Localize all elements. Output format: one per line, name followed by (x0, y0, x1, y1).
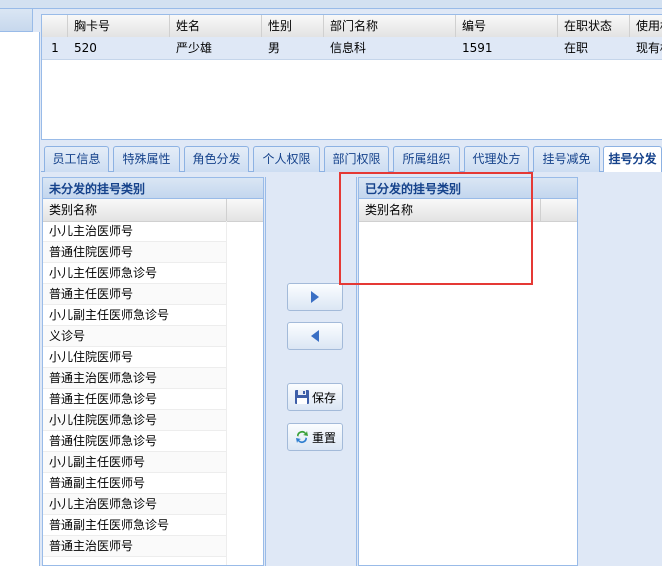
list-item[interactable]: 普通主任医师号 (43, 284, 226, 305)
column-header-spacer (227, 199, 263, 221)
top-strip (0, 0, 662, 9)
list-item[interactable]: 小儿主任医师急诊号 (43, 263, 226, 284)
column-header[interactable]: 在职状态 (558, 15, 630, 37)
column-header[interactable]: 胸卡号 (68, 15, 170, 37)
save-button[interactable]: 保存 (287, 383, 343, 411)
column-header[interactable]: 性别 (262, 15, 324, 37)
list-item[interactable]: 小儿副主任医师急诊号 (43, 305, 226, 326)
list-item[interactable]: 小儿住院医师号 (43, 347, 226, 368)
column-header[interactable]: 编号 (456, 15, 558, 37)
table-cell: 在职 (564, 41, 589, 55)
list-item[interactable]: 小儿住院医师急诊号 (43, 410, 226, 431)
unassigned-panel-title: 未分发的挂号类别 (42, 177, 264, 199)
move-right-button[interactable] (287, 283, 343, 311)
list-item[interactable]: 普通主治医师号 (43, 536, 226, 557)
table-cell: 严少雄 (176, 41, 213, 55)
tab-8[interactable]: 挂号分发 (603, 146, 662, 173)
column-header-spacer (541, 199, 577, 221)
column-header[interactable]: 使用权 (630, 15, 662, 37)
save-button-label: 保存 (311, 390, 336, 405)
unassigned-grid: 类别名称 小儿主治医师号 普通住院医师号 小儿主任医师急诊号 普通主任医师号 小儿副主任… (42, 199, 264, 566)
employee-grid-header: 胸卡号姓名性别部门名称编号在职状态使用权 (42, 15, 662, 38)
table-row[interactable]: 1 520 严少雄 男 信息科 1591 在职 现有权 (42, 37, 662, 60)
highlight-box (339, 172, 533, 285)
table-cell: 信息科 (330, 41, 367, 55)
list-item[interactable]: 小儿副主任医师号 (43, 452, 226, 473)
column-header[interactable]: 姓名 (170, 15, 262, 37)
list-item[interactable]: 普通副主任医师急诊号 (43, 515, 226, 536)
refresh-icon (294, 429, 310, 445)
tab-4[interactable]: 部门权限 (324, 146, 389, 172)
table-cell: 现有权 (636, 41, 662, 55)
list-item[interactable]: 普通主治医师急诊号 (43, 368, 226, 389)
tab-0[interactable]: 员工信息 (44, 146, 109, 172)
arrow-right-icon (310, 291, 320, 303)
list-item[interactable]: 普通住院医师急诊号 (43, 431, 226, 452)
floppy-disk-icon (294, 389, 310, 405)
unassigned-grid-header: 类别名称 (43, 199, 263, 222)
table-cell: 1591 (462, 41, 493, 55)
column-header[interactable]: 部门名称 (324, 15, 456, 37)
row-number: 1 (51, 41, 59, 55)
list-item[interactable]: 小儿主治医师号 (43, 221, 226, 242)
list-item[interactable]: 普通主任医师急诊号 (43, 389, 226, 410)
column-header-category[interactable]: 类别名称 (43, 199, 227, 221)
tab-1[interactable]: 特殊属性 (113, 146, 180, 172)
reset-button-label: 重置 (311, 430, 336, 445)
collapsed-panel-tab[interactable] (0, 8, 33, 32)
column-header-rownum (42, 15, 68, 37)
left-panel (0, 32, 40, 566)
arrow-left-icon (310, 330, 320, 342)
tab-2[interactable]: 角色分发 (184, 146, 249, 172)
tab-5[interactable]: 所属组织 (393, 146, 460, 172)
tab-7[interactable]: 挂号减免 (533, 146, 600, 172)
list-item[interactable]: 小儿主治医师急诊号 (43, 494, 226, 515)
tab-3[interactable]: 个人权限 (253, 146, 320, 172)
table-cell: 男 (268, 41, 281, 55)
move-left-button[interactable] (287, 322, 343, 350)
list-item[interactable]: 普通副主任医师号 (43, 473, 226, 494)
list-item[interactable]: 义诊号 (43, 326, 226, 347)
list-item[interactable]: 普通住院医师号 (43, 242, 226, 263)
employee-grid: 胸卡号姓名性别部门名称编号在职状态使用权 1 520 严少雄 男 信息科 1591 在职 现有… (41, 14, 662, 140)
table-cell: 520 (74, 41, 97, 55)
reset-button[interactable]: 重置 (287, 423, 343, 451)
tab-6[interactable]: 代理处方 (464, 146, 529, 172)
column-divider (226, 221, 227, 565)
